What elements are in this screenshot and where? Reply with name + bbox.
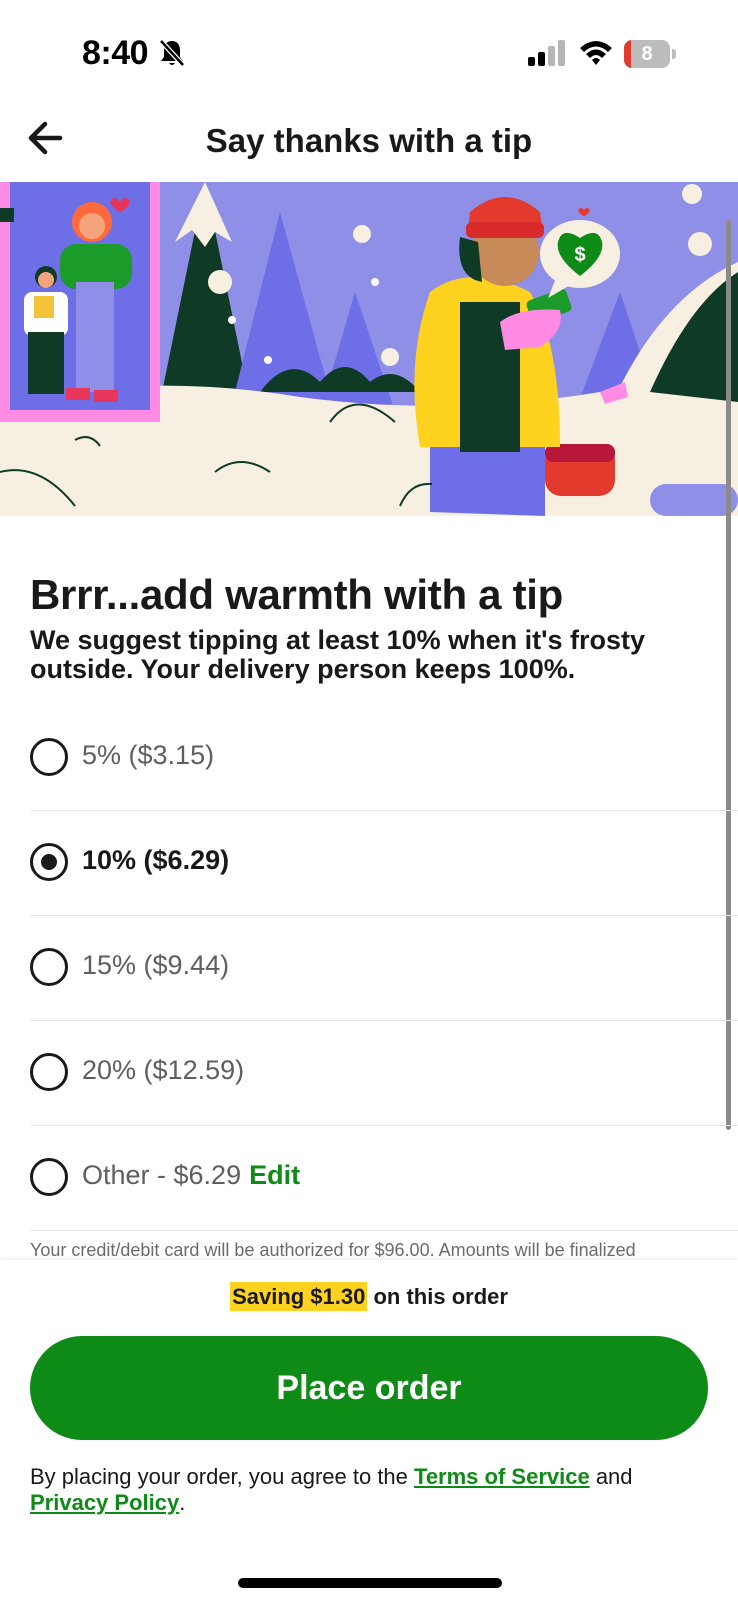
winter-tip-illustration: $	[0, 182, 738, 516]
checkout-footer: Saving $1.30 on this order Place order B…	[0, 1260, 738, 1600]
battery-level: 8	[641, 43, 653, 65]
svg-text:$: $	[574, 244, 585, 266]
savings-row: Saving $1.30 on this order	[0, 1282, 738, 1311]
legal-text: By placing your order, you agree to the …	[30, 1464, 720, 1516]
bell-muted-icon	[159, 39, 185, 67]
tip-option-5[interactable]: 5% ($3.15)	[30, 706, 738, 811]
legal-prefix: By placing your order, you agree to the	[30, 1464, 415, 1489]
place-order-button[interactable]: Place order	[30, 1336, 708, 1440]
header: Say thanks with a tip	[0, 100, 738, 182]
headline: Brrr...add warmth with a tip	[30, 571, 564, 618]
edit-tip-link[interactable]: Edit	[249, 1160, 300, 1190]
tip-suggestion-text: We suggest tipping at least 10% when it'…	[30, 625, 646, 684]
tip-option-label: 15% ($9.44)	[82, 950, 230, 980]
tip-option-other[interactable]: Other - $6.29 Edit	[30, 1126, 738, 1231]
tip-option-label: Other - $6.29	[82, 1160, 242, 1190]
tip-option-10[interactable]: 10% ($6.29)	[30, 811, 738, 916]
tip-option-20[interactable]: 20% ($12.59)	[30, 1021, 738, 1126]
authorization-note: Your credit/debit card will be authorize…	[30, 1240, 636, 1260]
saving-badge: Saving $1.30	[230, 1282, 368, 1311]
saving-suffix: on this order	[367, 1284, 508, 1309]
radio-icon[interactable]	[30, 738, 68, 776]
tip-intro: Brrr...add warmth with a tip We suggest …	[30, 570, 730, 684]
radio-icon[interactable]	[30, 948, 68, 986]
privacy-policy-link[interactable]: Privacy Policy	[30, 1490, 179, 1515]
status-time: 8:40	[82, 34, 149, 72]
legal-end: .	[179, 1490, 186, 1515]
tip-option-label: 20% ($12.59)	[82, 1055, 245, 1085]
home-indicator[interactable]	[238, 1578, 502, 1588]
tip-option-15[interactable]: 15% ($9.44)	[30, 916, 738, 1021]
terms-of-service-link[interactable]: Terms of Service	[414, 1464, 590, 1489]
radio-selected-icon[interactable]	[30, 843, 68, 881]
wifi-icon	[580, 41, 612, 65]
tip-options: 5% ($3.15) 10% ($6.29) 15% ($9.44) 20% (…	[30, 706, 738, 1231]
signal-icon	[528, 40, 565, 66]
battery-indicator: 8	[624, 40, 676, 68]
tip-option-label: 5% ($3.15)	[82, 740, 215, 770]
page-title: Say thanks with a tip	[205, 122, 533, 159]
status-bar: 8:40 8	[0, 0, 738, 100]
radio-icon[interactable]	[30, 1158, 68, 1196]
legal-and: and	[589, 1464, 633, 1489]
radio-icon[interactable]	[30, 1053, 68, 1091]
tip-option-label: 10% ($6.29)	[82, 845, 230, 875]
tip-option-other-label: Other - $6.29 Edit	[82, 1160, 300, 1191]
